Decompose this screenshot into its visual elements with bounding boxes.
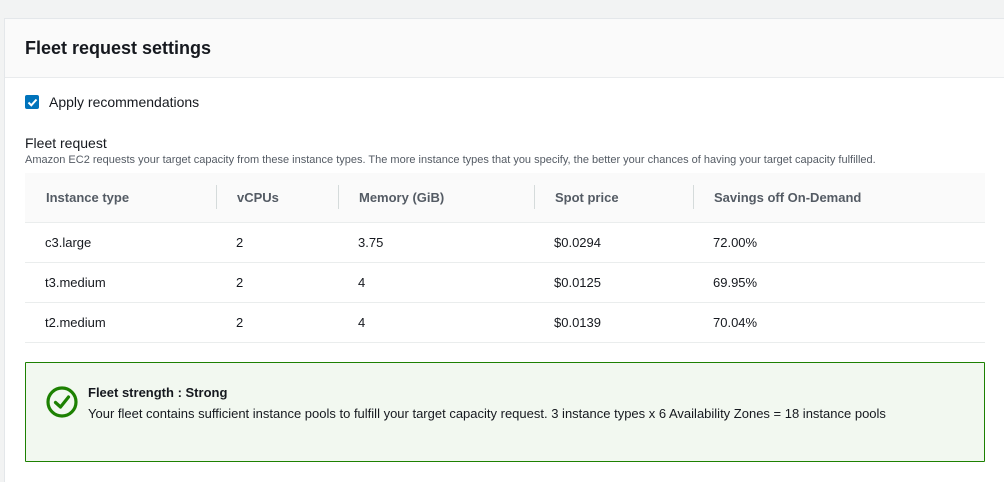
- panel-header: Fleet request settings: [5, 19, 1004, 78]
- table-row: t2.medium 2 4 $0.0139 70.04%: [25, 302, 985, 343]
- column-header-vcpus[interactable]: vCPUs: [216, 173, 338, 223]
- cell-vcpus: 2: [216, 302, 338, 343]
- table-header-row: Instance type vCPUs Memory (GiB) Spot pr…: [25, 173, 985, 223]
- column-header-savings[interactable]: Savings off On-Demand: [693, 173, 985, 223]
- table-row: c3.large 2 3.75 $0.0294 72.00%: [25, 222, 985, 263]
- cell-memory: 3.75: [338, 222, 534, 263]
- fleet-request-settings-panel: Fleet request settings Apply recommendat…: [4, 18, 1004, 482]
- check-circle-icon: [46, 386, 78, 418]
- cell-instance-type: t3.medium: [25, 262, 216, 303]
- column-header-instance-type[interactable]: Instance type: [25, 173, 216, 223]
- cell-spot-price: $0.0125: [534, 262, 693, 303]
- cell-savings: 69.95%: [693, 262, 985, 303]
- cell-spot-price: $0.0294: [534, 222, 693, 263]
- column-header-spot-price[interactable]: Spot price: [534, 173, 693, 223]
- table-row: t3.medium 2 4 $0.0125 69.95%: [25, 262, 985, 303]
- cell-vcpus: 2: [216, 222, 338, 263]
- column-header-memory[interactable]: Memory (GiB): [338, 173, 534, 223]
- fleet-strength-alert: Fleet strength : Strong Your fleet conta…: [25, 362, 985, 462]
- cell-spot-price: $0.0139: [534, 302, 693, 343]
- cell-instance-type: c3.large: [25, 222, 216, 263]
- cell-instance-type: t2.medium: [25, 302, 216, 343]
- cell-memory: 4: [338, 262, 534, 303]
- cell-vcpus: 2: [216, 262, 338, 303]
- cell-savings: 70.04%: [693, 302, 985, 343]
- apply-recommendations-label[interactable]: Apply recommendations: [49, 94, 199, 110]
- apply-recommendations-row[interactable]: Apply recommendations: [25, 94, 199, 110]
- checkmark-icon: [27, 98, 37, 107]
- fleet-request-label: Fleet request: [25, 135, 107, 151]
- panel-title: Fleet request settings: [25, 37, 212, 58]
- alert-body: Your fleet contains sufficient instance …: [88, 406, 886, 421]
- apply-recommendations-checkbox[interactable]: [25, 95, 39, 109]
- alert-title: Fleet strength : Strong: [88, 385, 228, 400]
- cell-savings: 72.00%: [693, 222, 985, 263]
- instance-types-table: Instance type vCPUs Memory (GiB) Spot pr…: [25, 173, 985, 343]
- cell-memory: 4: [338, 302, 534, 343]
- fleet-request-description: Amazon EC2 requests your target capacity…: [25, 154, 876, 166]
